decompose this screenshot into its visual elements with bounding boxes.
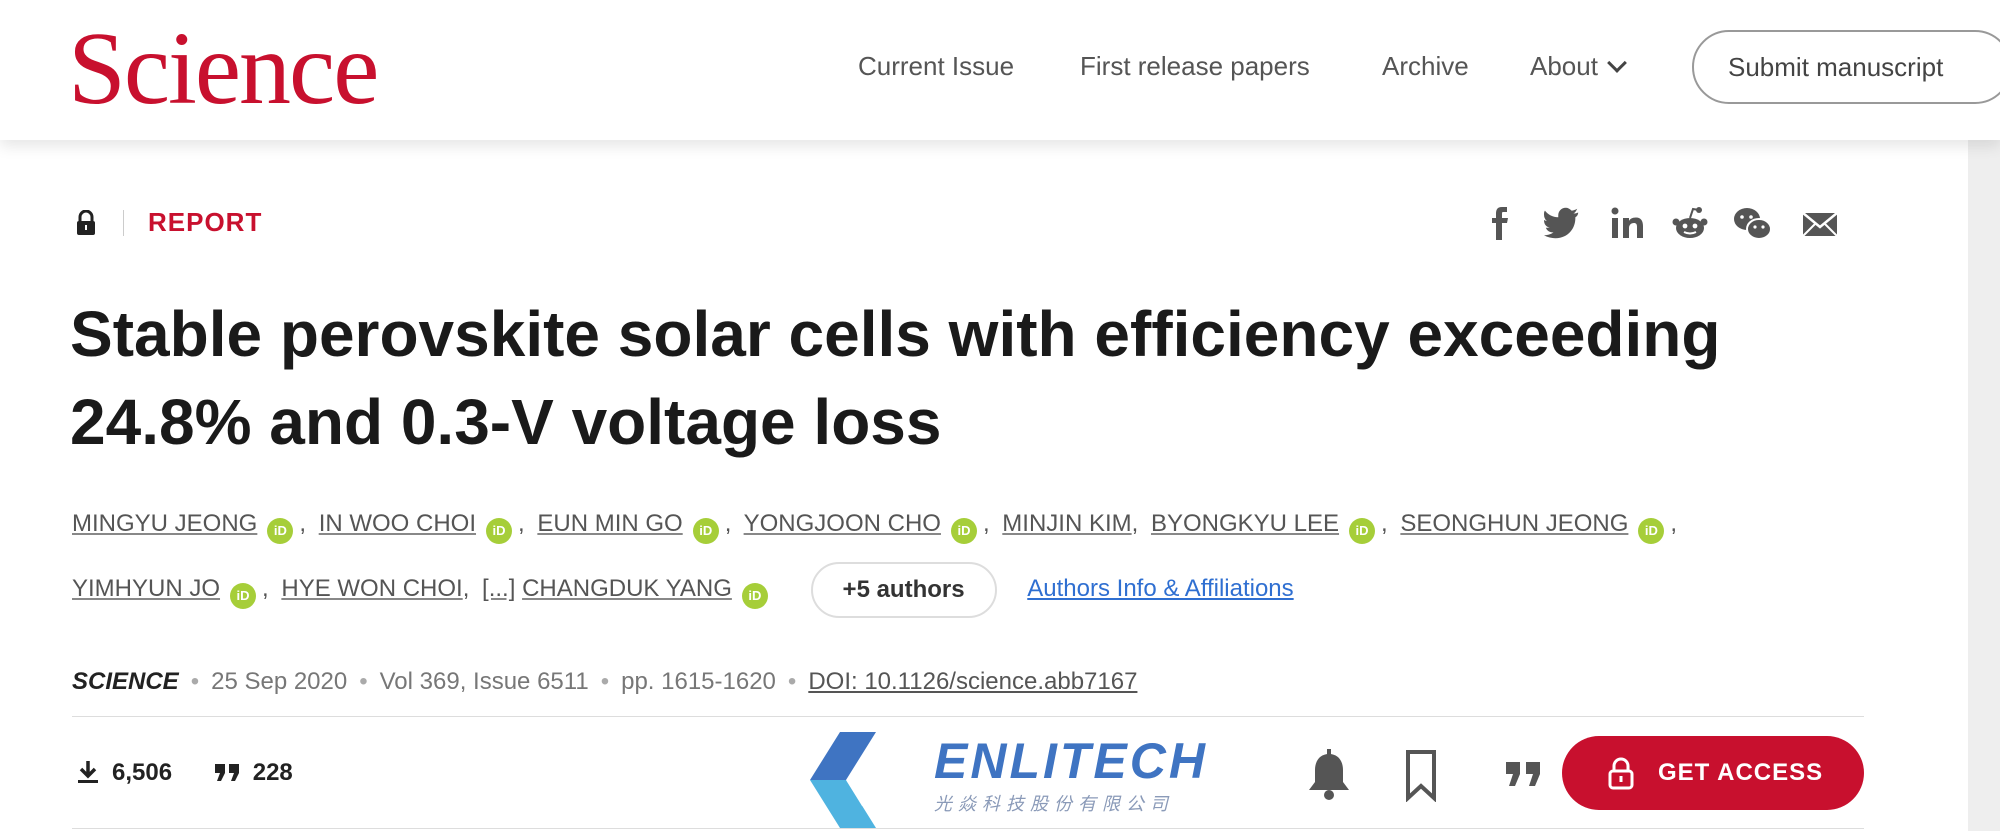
lock-icon bbox=[1608, 757, 1634, 790]
submit-manuscript-button[interactable]: Submit manuscript bbox=[1692, 30, 2000, 104]
wechat-icon[interactable] bbox=[1732, 204, 1772, 244]
author-link[interactable]: EUN MIN GO bbox=[537, 510, 682, 537]
lock-icon bbox=[77, 210, 95, 235]
quote-icon bbox=[214, 764, 239, 781]
citation-meta: SCIENCE • 25 Sep 2020 • Vol 369, Issue 6511 •… bbox=[72, 668, 1138, 695]
facebook-icon[interactable] bbox=[1480, 204, 1520, 244]
more-authors-button[interactable]: +5 authors bbox=[810, 561, 997, 618]
volume-issue[interactable]: Vol 369, Issue 6511 bbox=[380, 668, 589, 695]
author-link[interactable]: IN WOO CHOI bbox=[319, 510, 476, 537]
nav-about-label: About bbox=[1530, 51, 1598, 81]
download-count: 6,506 bbox=[112, 759, 173, 786]
author-link[interactable]: YONGJOON CHO bbox=[744, 510, 941, 537]
author-link[interactable]: CHANGDUK YANG bbox=[522, 575, 732, 602]
author-list-line-1: MINGYU JEONG iD, IN WOO CHOI iD, EUN MIN G… bbox=[72, 510, 1683, 550]
publication-date: 25 Sep 2020 bbox=[211, 668, 348, 695]
doi-link[interactable]: DOI: 10.1126/science.abb7167 bbox=[808, 668, 1137, 695]
article-title-line-1: Stable perovskite solar cells with effic… bbox=[70, 298, 1721, 370]
author-list-line-2: YIMHYUN JO iD, HYE WON CHOI, [...] CHANGD… bbox=[72, 554, 1294, 624]
scrollbar-track[interactable] bbox=[1968, 140, 2000, 831]
nav-current-issue[interactable]: Current Issue bbox=[858, 46, 1014, 86]
article-metrics: 6,506 228 bbox=[74, 758, 327, 798]
author-link[interactable]: BYONGKYU LEE bbox=[1151, 510, 1339, 537]
site-header: Science Current Issue First release pape… bbox=[0, 0, 2000, 140]
orcid-icon[interactable]: iD bbox=[1638, 518, 1665, 544]
divider bbox=[123, 210, 124, 236]
nav-archive[interactable]: Archive bbox=[1382, 46, 1469, 86]
share-bar bbox=[1470, 204, 1870, 244]
orcid-icon[interactable]: iD bbox=[741, 583, 768, 609]
bell-icon[interactable] bbox=[1304, 748, 1354, 802]
page-range: pp. 1615-1620 bbox=[621, 668, 776, 695]
bookmark-icon[interactable] bbox=[1396, 748, 1446, 802]
article-title: Stable perovskite solar cells with effic… bbox=[70, 290, 1870, 466]
citation-count: 228 bbox=[252, 759, 293, 786]
orcid-icon[interactable]: iD bbox=[267, 518, 294, 544]
chevron-down-icon bbox=[1607, 53, 1627, 73]
author-link[interactable]: YIMHYUN JO bbox=[72, 575, 220, 602]
author-link[interactable]: MINJIN KIM bbox=[1002, 510, 1131, 537]
orcid-icon[interactable]: iD bbox=[950, 518, 977, 544]
twitter-icon[interactable] bbox=[1542, 204, 1582, 244]
divider bbox=[72, 828, 1864, 829]
nav-first-release-papers[interactable]: First release papers bbox=[1080, 46, 1310, 86]
journal-name[interactable]: SCIENCE bbox=[72, 668, 179, 695]
enlitech-watermark: ENLITECH bbox=[934, 733, 1208, 789]
orcid-icon[interactable]: iD bbox=[1349, 518, 1376, 544]
author-link[interactable]: MINGYU JEONG bbox=[72, 510, 257, 537]
article-type-label: REPORT bbox=[148, 207, 263, 237]
nav-about[interactable]: About bbox=[1530, 46, 1627, 86]
orcid-icon[interactable]: iD bbox=[692, 518, 719, 544]
article-title-line-2: 24.8% and 0.3-V voltage loss bbox=[70, 386, 942, 458]
divider bbox=[72, 716, 1864, 717]
enlitech-watermark-subtitle: 光焱科技股份有限公司 bbox=[934, 794, 1174, 814]
reddit-icon[interactable] bbox=[1670, 204, 1710, 244]
author-link[interactable]: HYE WON CHOI bbox=[281, 575, 462, 602]
orcid-icon[interactable]: iD bbox=[230, 583, 257, 609]
orcid-icon[interactable]: iD bbox=[486, 518, 513, 544]
authors-affiliations-link[interactable]: Authors Info & Affiliations bbox=[1027, 575, 1293, 602]
download-icon bbox=[78, 761, 98, 783]
author-link[interactable]: SEONGHUN JEONG bbox=[1400, 510, 1628, 537]
email-icon[interactable] bbox=[1800, 204, 1840, 244]
cite-icon[interactable] bbox=[1500, 748, 1550, 802]
linkedin-icon[interactable] bbox=[1608, 204, 1648, 244]
author-ellipsis[interactable]: [...] bbox=[482, 575, 515, 602]
enlitech-logo-icon bbox=[810, 732, 880, 828]
